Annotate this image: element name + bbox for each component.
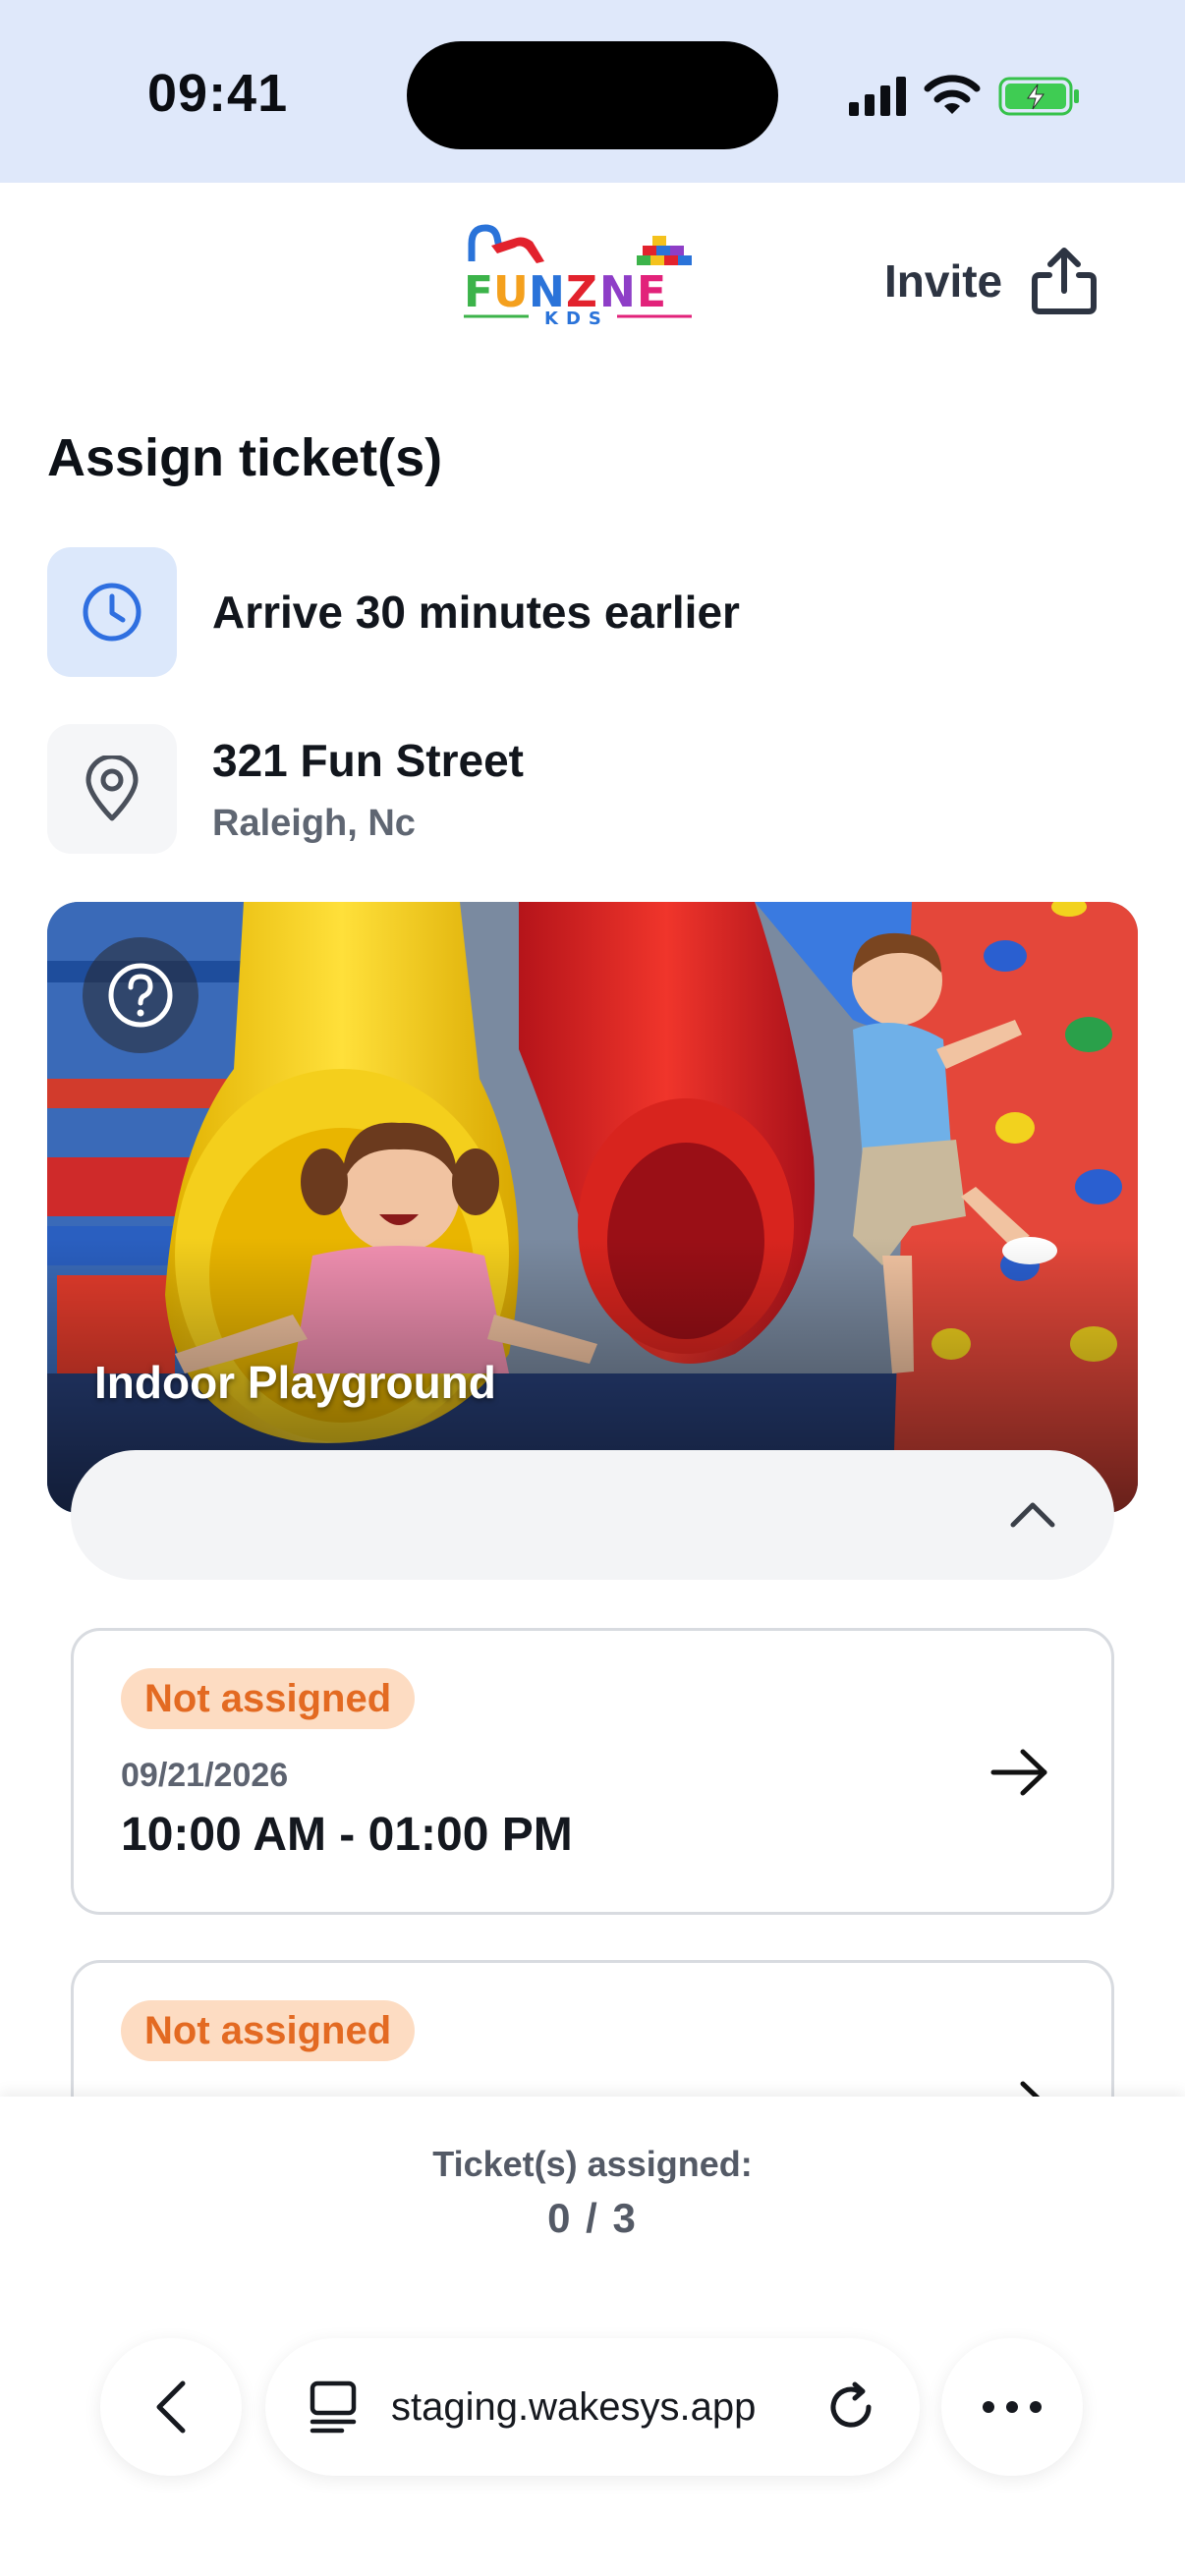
- header: F U N Z N E KDS Invite: [0, 183, 1185, 369]
- ticket-date: 09/21/2026: [121, 1757, 289, 1794]
- svg-text:E: E: [637, 267, 666, 317]
- ticket-card[interactable]: Not assigned 09/21/2026 10:00 AM - 01:00…: [71, 1628, 1114, 1915]
- svg-text:KDS: KDS: [544, 308, 609, 329]
- reload-icon[interactable]: [825, 2381, 876, 2433]
- assigned-label: Ticket(s) assigned:: [432, 2144, 753, 2184]
- invite-label: Invite: [884, 255, 1003, 307]
- venue-image-card: Indoor Playground: [47, 902, 1138, 1513]
- browser-toolbar: staging.wakesys.app: [0, 2338, 1185, 2476]
- battery-charging-icon: [998, 77, 1079, 116]
- arrow-right-icon: [990, 1749, 1047, 1796]
- assigned-count: 0 / 3: [547, 2195, 638, 2241]
- address-line2: Raleigh, Nc: [212, 802, 416, 844]
- clock-icon-box: [47, 547, 177, 677]
- tab-overview-icon: [310, 2380, 357, 2434]
- collapse-toggle[interactable]: [71, 1450, 1114, 1580]
- ticket-time: 10:00 AM - 01:00 PM: [121, 1809, 573, 1861]
- address-bar[interactable]: staging.wakesys.app: [265, 2338, 920, 2476]
- wifi-icon: [924, 75, 981, 114]
- back-button[interactable]: [100, 2338, 242, 2476]
- arrival-info-row: Arrive 30 minutes earlier: [47, 547, 740, 677]
- address-block: 321 Fun Street Raleigh, Nc: [212, 734, 524, 845]
- assignment-summary-sheet: Ticket(s) assigned: 0 / 3: [0, 2097, 1185, 2576]
- svg-text:U: U: [493, 267, 529, 317]
- status-badge: Not assigned: [121, 2000, 416, 2061]
- clock-icon: [83, 583, 141, 642]
- question-mark-icon: [108, 963, 173, 1028]
- venue-label: Indoor Playground: [94, 1357, 496, 1408]
- address-line1: 321 Fun Street: [212, 734, 524, 786]
- dynamic-island: [407, 41, 778, 149]
- share-icon: [1032, 248, 1098, 314]
- arrival-note: Arrive 30 minutes earlier: [212, 587, 740, 638]
- invite-button[interactable]: Invite: [884, 242, 1099, 320]
- funzone-kids-logo: F U N Z N E KDS: [464, 224, 692, 329]
- ellipsis-icon: [983, 2401, 1042, 2413]
- chevron-up-icon: [1010, 1502, 1055, 1528]
- status-badge: Not assigned: [121, 1668, 416, 1729]
- status-bar: 09:41: [0, 0, 1185, 183]
- signal-icon: [849, 77, 906, 116]
- svg-text:F: F: [464, 267, 493, 317]
- indoor-playground-image: [47, 902, 1138, 1513]
- page-title: Assign ticket(s): [47, 428, 443, 487]
- url-text: staging.wakesys.app: [391, 2384, 757, 2429]
- location-pin-icon: [85, 756, 139, 821]
- more-options-button[interactable]: [941, 2338, 1083, 2476]
- status-time: 09:41: [147, 64, 289, 123]
- chevron-left-icon: [156, 2380, 186, 2434]
- address-info-row: 321 Fun Street Raleigh, Nc: [47, 724, 524, 854]
- help-button[interactable]: [83, 937, 198, 1053]
- location-icon-box: [47, 724, 177, 854]
